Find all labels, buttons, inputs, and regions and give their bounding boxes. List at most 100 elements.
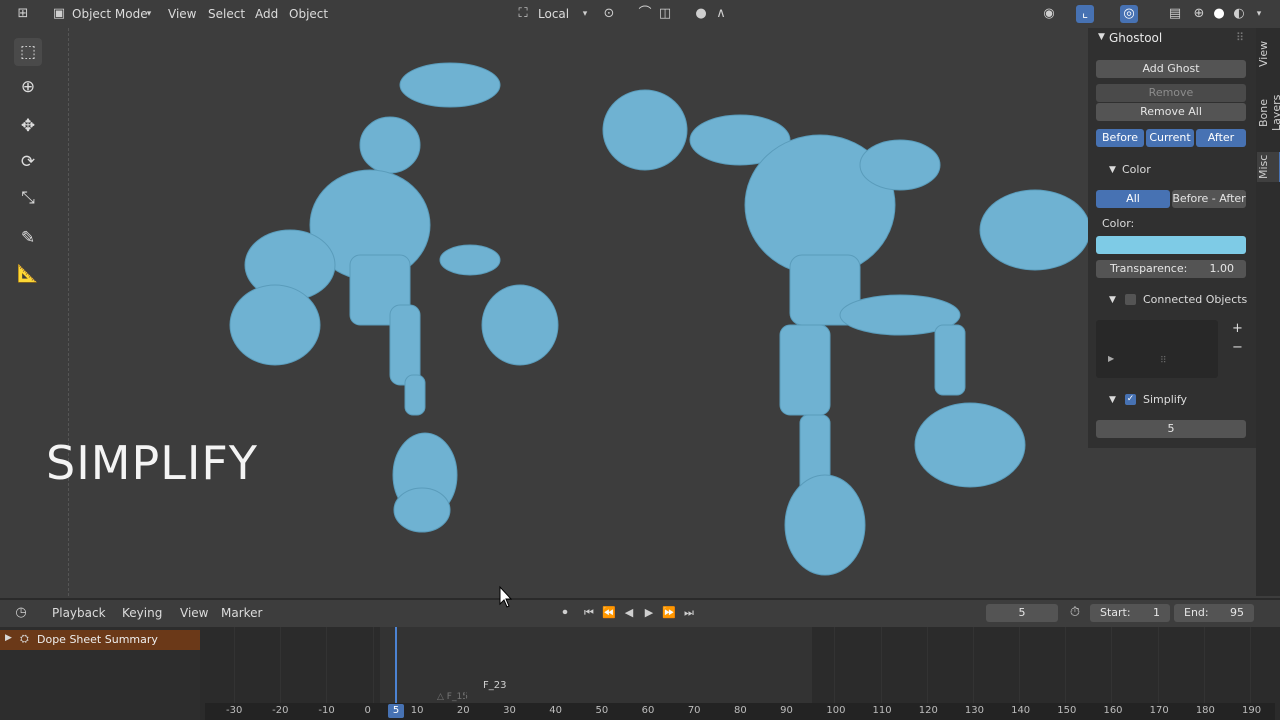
tab-view[interactable]: View	[1257, 36, 1279, 72]
expand-arrow-icon[interactable]: ▶	[5, 633, 12, 643]
wireframe-shading-icon[interactable]: ⊕	[1190, 5, 1208, 23]
color-section-title: Color	[1122, 163, 1151, 176]
ruler-tick-label: 40	[549, 705, 562, 716]
start-frame-field[interactable]: Start: 1	[1090, 604, 1170, 622]
ruler-gridline	[1250, 627, 1251, 703]
jump-start-icon[interactable]: ⏮	[580, 604, 598, 622]
panel-title: Ghostool	[1109, 31, 1163, 45]
current-frame-field[interactable]: 5	[986, 604, 1058, 622]
ruler-tick-label: 160	[1103, 705, 1123, 716]
collapse-arrow-icon[interactable]: ▼	[1109, 165, 1116, 175]
ruler-gridline	[788, 627, 790, 703]
resize-handle-icon[interactable]: ⠿	[1160, 356, 1167, 366]
ruler-gridline	[742, 627, 743, 703]
menu-keying[interactable]: Keying	[118, 604, 166, 622]
rotate-tool-icon[interactable]: ⟳	[14, 148, 42, 176]
remove-button[interactable]: Remove	[1096, 84, 1246, 102]
scale-tool-icon[interactable]: ⤡	[14, 184, 42, 212]
overlay-caption: SIMPLIFY	[46, 436, 258, 490]
ruler-gridline	[372, 627, 374, 703]
menu-view[interactable]: View	[164, 5, 200, 23]
timeline-editor-icon[interactable]: ◷	[12, 604, 30, 622]
annotate-tool-icon[interactable]: ✎	[14, 224, 42, 252]
ruler-tick-label: 170	[1149, 705, 1169, 716]
add-item-icon[interactable]: +	[1232, 321, 1243, 336]
chevron-down-icon: ▾	[582, 9, 588, 19]
next-keyframe-icon[interactable]: ⏩	[660, 604, 678, 622]
jump-end-icon[interactable]: ⏭	[680, 604, 698, 622]
editor-type-icon[interactable]: ⊞	[14, 5, 32, 23]
collapse-arrow-icon[interactable]: ▼	[1109, 395, 1116, 405]
chevron-down-icon[interactable]: ▾	[1250, 5, 1268, 23]
playhead[interactable]	[395, 627, 397, 704]
current-toggle[interactable]: Current	[1146, 129, 1194, 147]
menu-timeline-view[interactable]: View	[176, 604, 212, 622]
menu-marker[interactable]: Marker	[217, 604, 266, 622]
menu-object[interactable]: Object	[285, 5, 332, 23]
ghost-color-swatch[interactable]	[1096, 236, 1246, 254]
tab-misc[interactable]: Misc	[1257, 152, 1280, 182]
remove-item-icon[interactable]: −	[1232, 340, 1243, 355]
add-ghost-button[interactable]: Add Ghost	[1096, 60, 1246, 78]
marker-f23[interactable]: F_23	[483, 680, 506, 691]
remove-all-button[interactable]: Remove All	[1096, 103, 1246, 121]
ruler-gridline	[1111, 627, 1113, 703]
ruler-tick-label: -30	[226, 705, 243, 716]
pivot-icon[interactable]: ⊙	[600, 5, 618, 23]
collapse-arrow-icon[interactable]: ▼	[1109, 295, 1116, 305]
robot-ghost-right	[602, 89, 1091, 576]
ruler-tick-label: 80	[734, 705, 747, 716]
current-frame-indicator[interactable]: 5	[388, 704, 404, 718]
ruler-tick-label: 50	[595, 705, 609, 716]
measure-tool-icon[interactable]: 📐	[14, 260, 42, 288]
move-tool-icon[interactable]: ✥	[14, 112, 42, 140]
xray-icon[interactable]: ▤	[1166, 5, 1184, 23]
snap-target-icon[interactable]: ◫	[656, 5, 674, 23]
visibility-icon[interactable]: ◉	[1040, 5, 1058, 23]
toolbar-divider	[68, 28, 70, 596]
overlays-icon[interactable]: ◎	[1120, 5, 1138, 23]
transform-orientation-dropdown[interactable]: Local	[534, 5, 573, 23]
play-reverse-icon[interactable]: ◀	[620, 604, 638, 622]
marker-f15[interactable]: △ F_15	[437, 692, 468, 702]
stopwatch-icon[interactable]: ⏱	[1066, 604, 1084, 622]
ruler-gridline	[972, 627, 974, 703]
simplify-checkbox[interactable]: ✓	[1125, 394, 1136, 405]
record-icon[interactable]: ⏺	[556, 604, 574, 622]
drag-handle-icon[interactable]: ⠿	[1236, 31, 1244, 44]
solid-shading-icon[interactable]: ●	[1210, 5, 1228, 23]
snap-icon[interactable]: ⌒	[636, 5, 654, 23]
ghostool-panel: ▼ Ghostool ⠿ Add Ghost Remove Remove All…	[1088, 28, 1256, 448]
dope-sheet-summary-row[interactable]: ▶ ⛭ Dope Sheet Summary	[0, 630, 200, 650]
ruler-gridline	[926, 627, 928, 703]
tab-bone-layers[interactable]: Bone Layers	[1257, 80, 1280, 146]
end-frame-field[interactable]: End: 95	[1174, 604, 1254, 622]
all-toggle[interactable]: All	[1096, 190, 1170, 208]
menu-playback[interactable]: Playback	[48, 604, 110, 622]
ruler-gridline	[557, 627, 559, 703]
transparence-field[interactable]: Transparence: 1.00	[1096, 260, 1246, 278]
material-shading-icon[interactable]: ◐	[1230, 5, 1248, 23]
prev-keyframe-icon[interactable]: ⏪	[600, 604, 618, 622]
cursor-tool-icon[interactable]: ⊕	[14, 73, 42, 101]
gizmo-icon[interactable]: ⌞	[1076, 5, 1094, 23]
proportional-edit-icon[interactable]: ●	[692, 5, 710, 23]
transparence-label: Transparence:	[1110, 262, 1188, 275]
viewport-header: ⊞ ▣ Object Mode ▾ View Select Add Object…	[0, 0, 1280, 28]
after-toggle[interactable]: After	[1196, 129, 1246, 147]
menu-add[interactable]: Add	[251, 5, 282, 23]
select-box-tool-icon[interactable]: ⬚	[14, 38, 42, 66]
color-label: Color:	[1102, 217, 1135, 230]
ruler-tick-label: 190	[1242, 705, 1262, 716]
connected-objects-list[interactable]: ▶ ⠿	[1096, 320, 1218, 378]
menu-select[interactable]: Select	[204, 5, 249, 23]
falloff-icon[interactable]: ∧	[712, 5, 730, 23]
connected-objects-checkbox[interactable]	[1125, 294, 1136, 305]
ruler-gridline	[1065, 627, 1067, 703]
before-toggle[interactable]: Before	[1096, 129, 1144, 147]
before-after-toggle[interactable]: Before - After	[1172, 190, 1246, 208]
expand-icon[interactable]: ▶	[1108, 354, 1114, 363]
collapse-arrow-icon[interactable]: ▼	[1098, 32, 1105, 42]
simplify-value-field[interactable]: 5	[1096, 420, 1246, 438]
play-icon[interactable]: ▶	[640, 604, 658, 622]
